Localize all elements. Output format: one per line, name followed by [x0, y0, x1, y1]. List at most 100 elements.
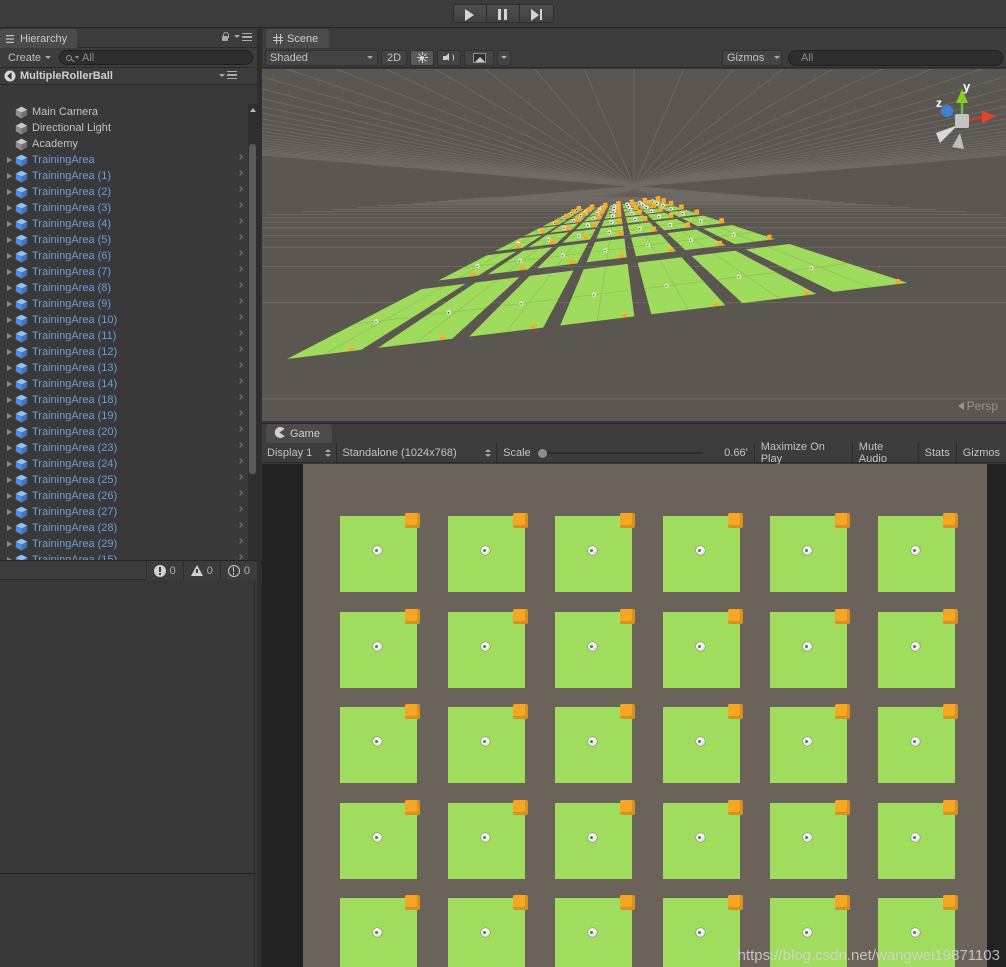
foldout-arrow-icon[interactable]	[4, 168, 15, 184]
hierarchy-item-trainingarea-24[interactable]: TrainingArea (24)	[0, 456, 248, 472]
foldout-arrow-icon[interactable]	[4, 184, 15, 200]
prefab-chevron-icon[interactable]	[237, 490, 243, 496]
tab-scene[interactable]: Scene	[266, 29, 330, 48]
tab-hierarchy[interactable]: Hierarchy	[0, 29, 78, 48]
gizmos-dropdown[interactable]: Gizmos	[722, 49, 782, 66]
hierarchy-item-trainingarea-12[interactable]: TrainingArea (12)	[0, 344, 248, 360]
hierarchy-item-trainingarea-23[interactable]: TrainingArea (23)	[0, 440, 248, 456]
warning-counter[interactable]: 0	[182, 561, 220, 580]
prefab-chevron-icon[interactable]	[237, 538, 243, 544]
toggle-effects-button[interactable]	[464, 49, 495, 66]
scroll-up-arrow-icon[interactable]	[249, 105, 256, 114]
prefab-chevron-icon[interactable]	[237, 346, 243, 352]
hierarchy-item-directional-light[interactable]: Directional Light	[0, 120, 248, 136]
toggle-2d-button[interactable]: 2D	[381, 49, 408, 66]
prefab-chevron-icon[interactable]	[237, 442, 243, 448]
console-detail-area[interactable]	[0, 874, 255, 967]
prefab-chevron-icon[interactable]	[237, 266, 243, 272]
prefab-chevron-icon[interactable]	[237, 218, 243, 224]
hierarchy-item-academy[interactable]: Academy	[0, 136, 248, 152]
hierarchy-item-trainingarea-18[interactable]: TrainingArea (18)	[0, 392, 248, 408]
hierarchy-item-trainingarea-3[interactable]: TrainingArea (3)	[0, 200, 248, 216]
foldout-arrow-icon[interactable]	[4, 360, 15, 376]
hierarchy-item-trainingarea-25[interactable]: TrainingArea (25)	[0, 472, 248, 488]
foldout-arrow-icon[interactable]	[4, 440, 15, 456]
prefab-chevron-icon[interactable]	[237, 410, 243, 416]
hierarchy-item-trainingarea-9[interactable]: TrainingArea (9)	[0, 296, 248, 312]
foldout-arrow-icon[interactable]	[4, 520, 15, 536]
prefab-chevron-icon[interactable]	[237, 250, 243, 256]
prefab-chevron-icon[interactable]	[237, 394, 243, 400]
aspect-dropdown[interactable]: Standalone (1024x768)	[337, 442, 498, 463]
prefab-chevron-icon[interactable]	[237, 298, 243, 304]
hierarchy-item-trainingarea-8[interactable]: TrainingArea (8)	[0, 280, 248, 296]
foldout-arrow-icon[interactable]	[4, 312, 15, 328]
hierarchy-item-main-camera[interactable]: Main Camera	[0, 104, 248, 120]
pause-button[interactable]	[486, 5, 520, 22]
prefab-chevron-icon[interactable]	[237, 282, 243, 288]
console-log-list[interactable]	[0, 581, 255, 873]
hierarchy-item-trainingarea-7[interactable]: TrainingArea (7)	[0, 264, 248, 280]
panel-menu-icon[interactable]	[234, 32, 252, 42]
foldout-arrow-icon[interactable]	[4, 152, 15, 168]
hierarchy-scrollbar[interactable]	[248, 104, 257, 584]
scene-root-row[interactable]: MultipleRollerBall	[0, 68, 257, 85]
prefab-chevron-icon[interactable]	[237, 170, 243, 176]
game-viewport[interactable]: https://blog.csdn.net/wangwei19871103	[262, 464, 1006, 967]
hierarchy-item-trainingarea[interactable]: TrainingArea	[0, 152, 248, 168]
hierarchy-tree[interactable]: Main Camera Directional Light Academy Train…	[0, 104, 248, 584]
hierarchy-item-trainingarea-14[interactable]: TrainingArea (14)	[0, 376, 248, 392]
prefab-chevron-icon[interactable]	[237, 458, 243, 464]
hierarchy-search-input[interactable]: All	[59, 50, 253, 65]
prefab-chevron-icon[interactable]	[237, 522, 243, 528]
foldout-arrow-icon[interactable]	[4, 328, 15, 344]
game-gizmos-button[interactable]: Gizmos	[955, 442, 1006, 463]
foldout-arrow-icon[interactable]	[4, 344, 15, 360]
foldout-arrow-icon[interactable]	[4, 424, 15, 440]
step-button[interactable]	[519, 5, 553, 22]
info-counter[interactable]: 0	[219, 561, 257, 580]
stats-button[interactable]: Stats	[917, 442, 956, 463]
hierarchy-item-trainingarea-1[interactable]: TrainingArea (1)	[0, 168, 248, 184]
scale-slider[interactable]	[536, 447, 702, 459]
foldout-arrow-icon[interactable]	[4, 264, 15, 280]
hierarchy-item-trainingarea-4[interactable]: TrainingArea (4)	[0, 216, 248, 232]
foldout-arrow-icon[interactable]	[4, 216, 15, 232]
scene-perspective-label[interactable]: Persp	[957, 399, 998, 413]
lock-icon[interactable]	[221, 32, 229, 42]
toggle-audio-button[interactable]	[437, 49, 462, 66]
prefab-chevron-icon[interactable]	[237, 474, 243, 480]
hierarchy-item-trainingarea-27[interactable]: TrainingArea (27)	[0, 504, 248, 520]
hierarchy-item-trainingarea-13[interactable]: TrainingArea (13)	[0, 360, 248, 376]
hierarchy-item-trainingarea-26[interactable]: TrainingArea (26)	[0, 488, 248, 504]
prefab-chevron-icon[interactable]	[237, 202, 243, 208]
prefab-chevron-icon[interactable]	[237, 362, 243, 368]
tab-game[interactable]: Game	[266, 424, 332, 443]
foldout-arrow-icon[interactable]	[4, 488, 15, 504]
foldout-arrow-icon[interactable]	[4, 392, 15, 408]
hierarchy-item-trainingarea-6[interactable]: TrainingArea (6)	[0, 248, 248, 264]
foldout-arrow-icon[interactable]	[4, 296, 15, 312]
mute-audio-button[interactable]: Mute Audio	[851, 441, 918, 465]
effects-dropdown-button[interactable]	[497, 49, 512, 66]
prefab-chevron-icon[interactable]	[237, 378, 243, 384]
scene-viewport[interactable]: y z Persp	[262, 69, 1006, 421]
hierarchy-item-trainingarea-11[interactable]: TrainingArea (11)	[0, 328, 248, 344]
foldout-arrow-icon[interactable]	[4, 504, 15, 520]
prefab-chevron-icon[interactable]	[237, 554, 243, 560]
maximize-on-play-button[interactable]: Maximize On Play	[753, 441, 852, 465]
foldout-arrow-icon[interactable]	[4, 472, 15, 488]
hierarchy-item-trainingarea-28[interactable]: TrainingArea (28)	[0, 520, 248, 536]
hierarchy-item-trainingarea-19[interactable]: TrainingArea (19)	[0, 408, 248, 424]
slider-knob[interactable]	[536, 447, 548, 459]
hierarchy-item-trainingarea-20[interactable]: TrainingArea (20)	[0, 424, 248, 440]
foldout-arrow-icon[interactable]	[4, 232, 15, 248]
hierarchy-item-trainingarea-2[interactable]: TrainingArea (2)	[0, 184, 248, 200]
scene-menu-icon[interactable]	[219, 71, 237, 80]
foldout-arrow-icon[interactable]	[4, 248, 15, 264]
hierarchy-item-trainingarea-29[interactable]: TrainingArea (29)	[0, 536, 248, 552]
prefab-chevron-icon[interactable]	[237, 234, 243, 240]
prefab-chevron-icon[interactable]	[237, 330, 243, 336]
foldout-arrow-icon[interactable]	[4, 408, 15, 424]
foldout-arrow-icon[interactable]	[4, 536, 15, 552]
